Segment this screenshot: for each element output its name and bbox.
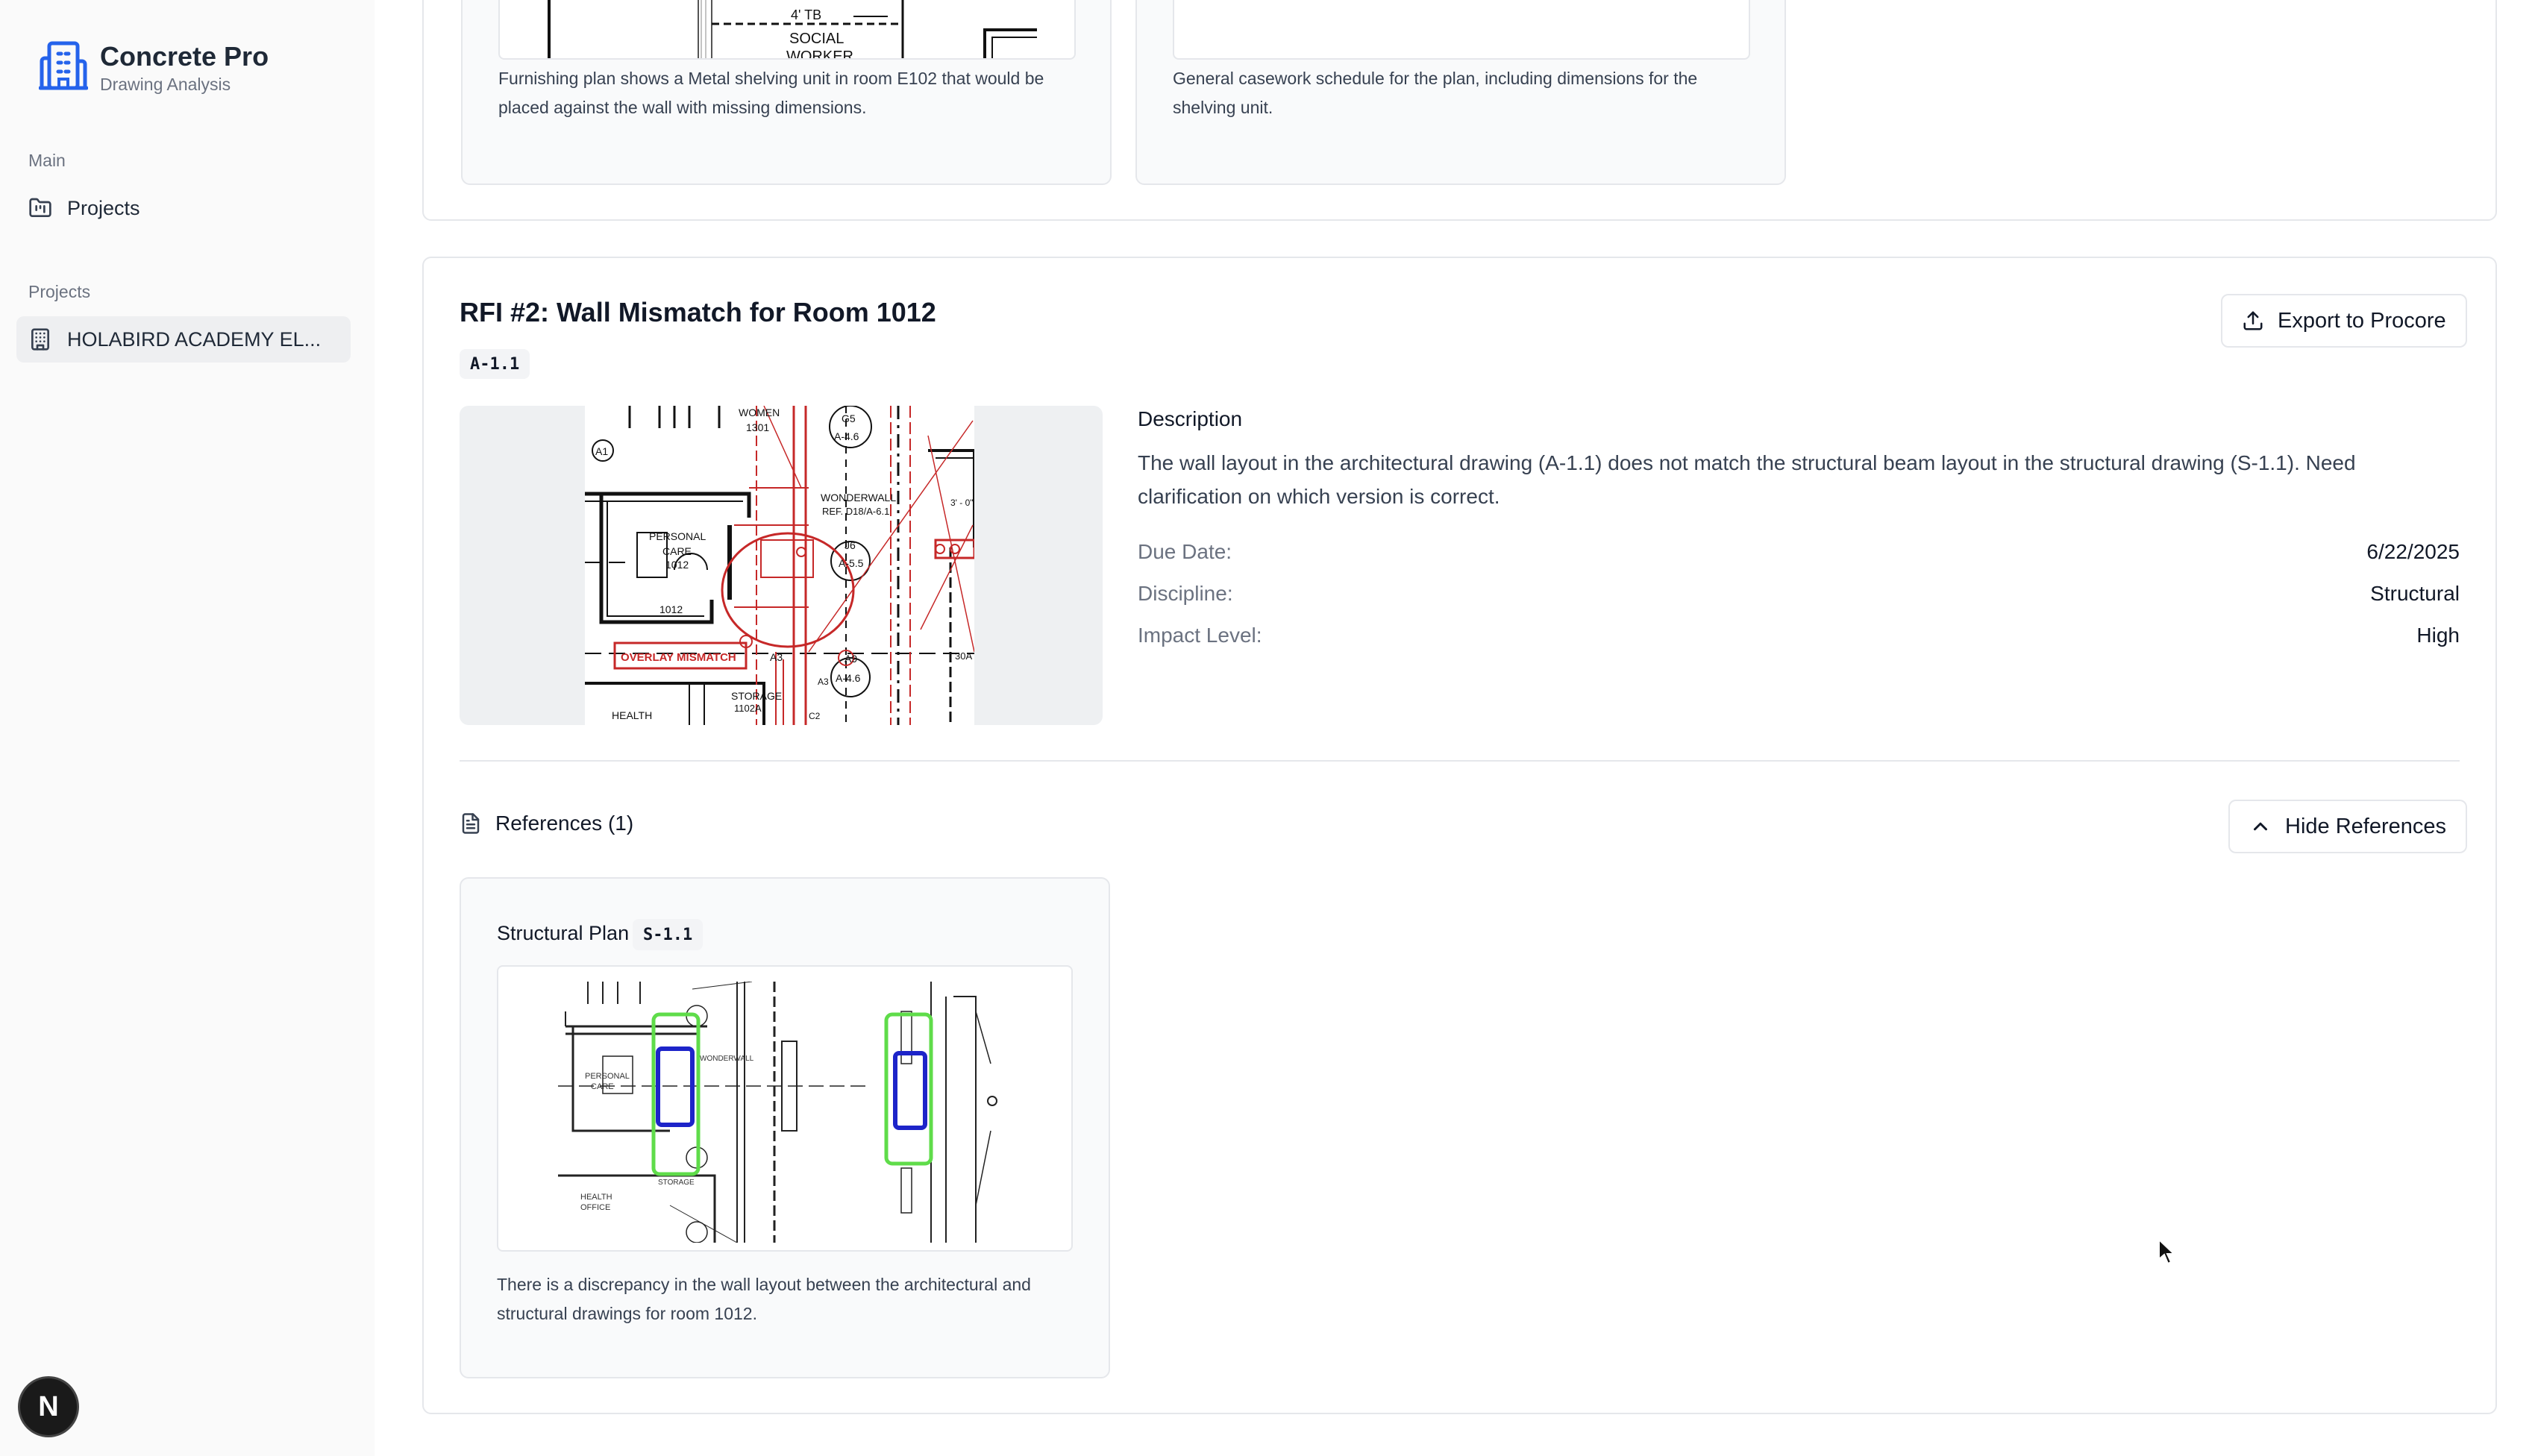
sheet-badge: A-1.1 [460, 349, 530, 379]
reference-caption: There is a discrepancy in the wall layou… [497, 1275, 1031, 1323]
building-icon [31, 328, 49, 351]
field-impact-level: Impact Level: High [1138, 624, 2460, 647]
drawing-label: CARE [662, 545, 692, 557]
sidebar-item-label: HOLABIRD ACADEMY EL... [67, 327, 322, 351]
reference-card: General casework schedule for the plan, … [1135, 0, 1786, 185]
hide-references-label: Hide References [2285, 814, 2446, 838]
drawing-label: A-4.6 [834, 430, 859, 442]
reference-caption: Furnishing plan shows a Metal shelving u… [498, 69, 1044, 117]
drawing-label: 4' TB [791, 7, 821, 22]
brand[interactable]: Concrete Pro Drawing Analysis [39, 39, 269, 95]
drawing-label: HEALTH [612, 709, 652, 721]
user-avatar[interactable]: N [20, 1378, 77, 1435]
structural-plan-drawing: PERSONAL CARE WONDERWALL HEALTH OFFICE S… [558, 982, 997, 1243]
reference-card: 4' TB SOCIAL WORKER Furnishing plan show… [461, 0, 1112, 185]
rfi-title: RFI #2: Wall Mismatch for Room 1012 [460, 297, 936, 327]
drawing-label: CARE [591, 1082, 614, 1091]
sidebar-item-holabird-academy[interactable]: HOLABIRD ACADEMY EL... [16, 316, 351, 363]
sidebar-item-projects[interactable]: Projects [16, 185, 351, 231]
building-logo-icon [39, 41, 88, 90]
nav-section-projects: Projects [28, 282, 91, 301]
drawing-label: WOMEN [739, 407, 780, 418]
reference-drawing-image[interactable]: PERSONAL CARE WONDERWALL HEALTH OFFICE S… [497, 965, 1073, 1252]
drawing-label: A1 [595, 445, 608, 457]
rfi-drawing-image[interactable]: WOMEN 1301 G5 A-4.6 A1 WONDERWALL REF. D… [460, 406, 1103, 725]
field-label: Due Date: [1138, 540, 1232, 563]
sidebar-item-label: Projects [67, 196, 140, 219]
reference-drawing-image[interactable] [1173, 0, 1750, 60]
drawing-label: STORAGE [731, 690, 782, 702]
field-label: Impact Level: [1138, 624, 1262, 647]
drawing-label: 1012 [665, 559, 689, 571]
folder-kanban-icon [29, 198, 51, 217]
reference-drawing-image[interactable]: 4' TB SOCIAL WORKER [498, 0, 1076, 60]
field-value: High [2416, 624, 2460, 647]
reference-sheet-badge: S-1.1 [633, 919, 704, 950]
drawing-label: WONDERWALL [821, 492, 896, 503]
drawing-label: A3 [818, 677, 829, 687]
drawing-label: PERSONAL [585, 1072, 630, 1081]
drawing-label: STORAGE [658, 1179, 695, 1187]
description-heading: Description [1138, 407, 1243, 430]
mouse-cursor-icon [2158, 1238, 2176, 1265]
field-label: Discipline: [1138, 582, 1233, 605]
drawing-label: REF. D18/A-6.1 [822, 506, 889, 517]
file-text-icon [462, 813, 480, 834]
drawing-label: G5 [842, 412, 856, 424]
hide-references-button[interactable]: Hide References [2228, 800, 2467, 853]
field-discipline: Discipline: Structural [1138, 582, 2460, 606]
field-due-date: Due Date: 6/22/2025 [1138, 540, 2460, 564]
rfi-card-1: 4' TB SOCIAL WORKER Furnishing plan show… [422, 0, 2497, 221]
references-count-label: References (1) [495, 812, 634, 835]
section-divider [460, 760, 2460, 762]
overlay-floor-plan-drawing: WOMEN 1301 G5 A-4.6 A1 WONDERWALL REF. D… [585, 406, 974, 725]
drawing-label: A9 [845, 653, 857, 665]
export-button-label: Export to Procore [2278, 308, 2446, 333]
references-header: References (1) [460, 812, 633, 835]
drawing-label: PERSONAL [649, 530, 706, 542]
drawing-label: 1102A [734, 703, 762, 714]
drawing-label: A-4.6 [836, 672, 861, 684]
drawing-label: WORKER [786, 48, 853, 60]
reference-caption: General casework schedule for the plan, … [1173, 69, 1698, 117]
drawing-label: OFFICE [580, 1203, 610, 1212]
field-value: Structural [2370, 582, 2460, 605]
drawing-label: WONDERWALL [700, 1055, 754, 1063]
drawing-label: 1012 [659, 603, 683, 615]
app-subtitle: Drawing Analysis [100, 75, 231, 94]
drawing-label: 3' - 0" [950, 498, 974, 508]
floor-plan-drawing: 4' TB SOCIAL WORKER [548, 0, 1037, 60]
drawing-label: HEALTH [580, 1193, 612, 1202]
overlay-mismatch-label: OVERLAY MISMATCH [621, 651, 736, 664]
drawing-label: 1301 [746, 421, 769, 433]
description-text: The wall layout in the architectural dra… [1138, 451, 2356, 508]
drawing-label: J6 [845, 539, 856, 551]
export-to-procore-button[interactable]: Export to Procore [2221, 294, 2467, 348]
field-value: 6/22/2025 [2366, 540, 2460, 563]
sidebar: Concrete Pro Drawing Analysis Main Proje… [0, 0, 375, 1456]
drawing-label: 30A [955, 650, 972, 662]
upload-icon [2243, 311, 2263, 330]
chevron-up-icon [2254, 822, 2267, 831]
drawing-label: A3 [770, 651, 783, 663]
reference-title: Structural Plan [497, 922, 630, 944]
app-title: Concrete Pro [100, 41, 269, 72]
drawing-label: A-5.5 [839, 557, 864, 569]
nav-section-main: Main [28, 151, 66, 170]
drawing-label: C2 [809, 711, 821, 721]
drawing-label: SOCIAL [789, 31, 844, 47]
